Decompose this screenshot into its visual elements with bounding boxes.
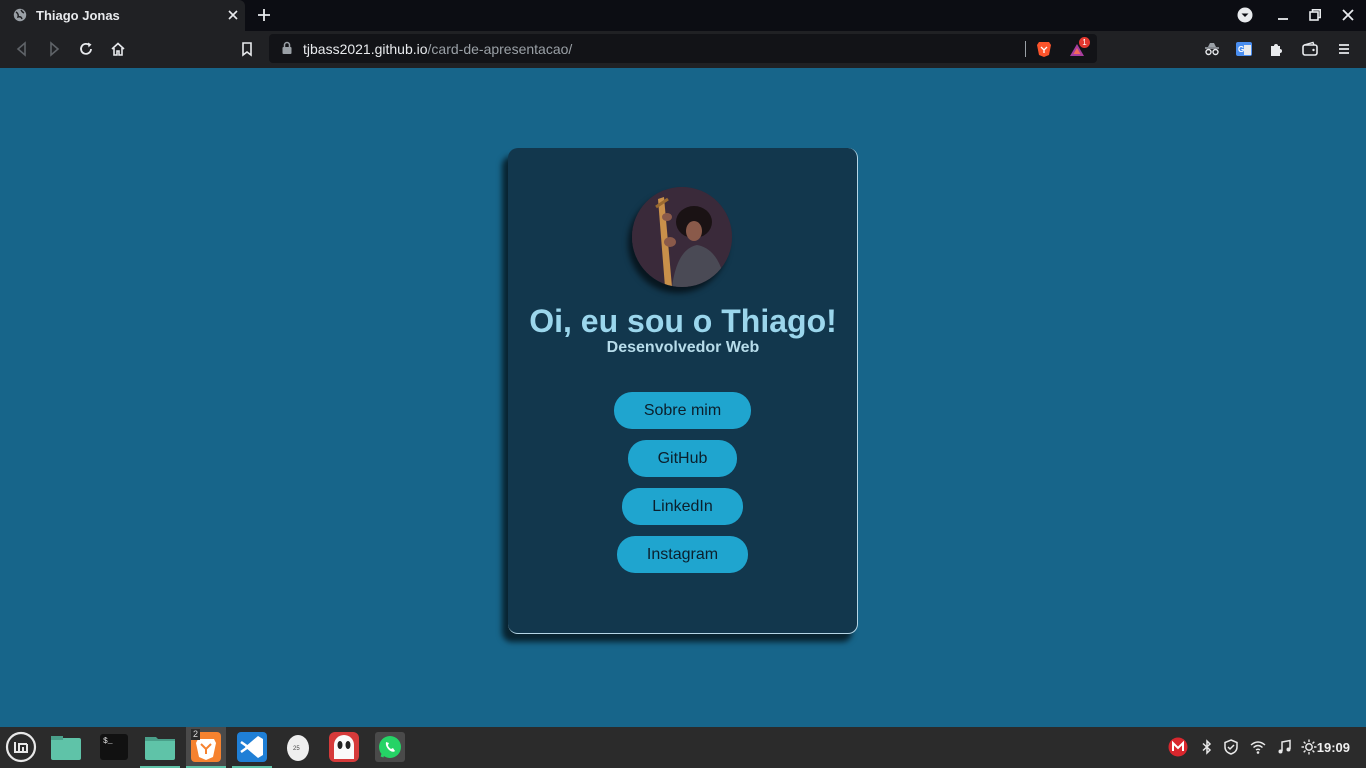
brave-shields-icon[interactable] [1035,40,1053,58]
avatar [632,187,732,287]
globe-icon [13,8,27,22]
card-heading: Oi, eu sou o Thiago! [529,303,837,339]
about-me-button[interactable]: Sobre mim [614,392,751,429]
music-icon[interactable] [1276,739,1292,755]
browser-tab[interactable]: Thiago Jonas [0,0,245,31]
browser-toolbar: tjbass2021.github.io/card-de-apresentaca… [0,31,1366,68]
mega-icon[interactable] [1168,737,1188,757]
card-subheading: Desenvolvedor Web [606,339,760,356]
instagram-button[interactable]: Instagram [617,536,748,573]
wallet-icon[interactable] [1301,40,1319,58]
minimize-icon[interactable] [1274,6,1292,24]
url-text[interactable]: tjbass2021.github.io/card-de-apresentaca… [303,41,572,57]
presentation-card: Oi, eu sou o Thiago! Desenvolvedor Web S… [508,148,858,634]
svg-text:25: 25 [293,746,300,752]
forward-icon[interactable] [45,40,63,58]
address-bar[interactable]: tjbass2021.github.io/card-de-apresentaca… [269,34,1097,63]
divider [1025,41,1026,57]
incognito-icon[interactable] [1203,40,1221,58]
vscode-icon[interactable] [236,731,268,763]
tab-title: Thiago Jonas [36,8,120,23]
tab-strip: Thiago Jonas [0,0,1366,31]
bluetooth-icon[interactable] [1199,739,1215,755]
reload-icon[interactable] [77,40,95,58]
translate-icon[interactable]: G [1235,40,1253,58]
close-icon[interactable] [1339,6,1357,24]
extensions-icon[interactable] [1267,40,1285,58]
ghost-app-icon[interactable] [328,731,360,763]
url-host: tjbass2021.github.io [303,41,428,57]
files-icon[interactable] [50,731,82,763]
clock[interactable]: 19:09 [1317,740,1350,755]
egg-app-icon[interactable]: 25 [282,731,314,763]
plus-icon[interactable] [255,6,273,24]
workspace-badge: 2 [191,729,200,740]
shield-icon[interactable] [1223,739,1239,755]
dropdown-icon[interactable] [1236,6,1254,24]
brave-rewards-button[interactable]: 1 [1069,37,1090,58]
profile-photo [632,187,732,287]
brightness-icon[interactable] [1301,739,1317,755]
taskbar: $_ 2 25 19:09 [0,727,1366,768]
folder-icon[interactable] [144,731,176,763]
url-path: /card-de-apresentacao/ [427,41,573,57]
mint-menu-icon[interactable] [5,731,37,763]
home-icon[interactable] [109,40,127,58]
bookmark-icon[interactable] [238,40,256,58]
lock-icon[interactable] [281,41,293,55]
wifi-icon[interactable] [1250,739,1266,755]
back-icon[interactable] [13,40,31,58]
svg-text:G: G [1238,45,1244,54]
whatsapp-icon[interactable] [374,731,406,763]
close-icon[interactable] [225,7,241,23]
github-button[interactable]: GitHub [628,440,737,477]
menu-icon[interactable] [1335,40,1353,58]
svg-text:$_: $_ [103,737,113,746]
maximize-icon[interactable] [1306,6,1324,24]
terminal-icon[interactable]: $_ [98,731,130,763]
rewards-badge: 1 [1079,37,1090,48]
linkedin-button[interactable]: LinkedIn [622,488,743,525]
